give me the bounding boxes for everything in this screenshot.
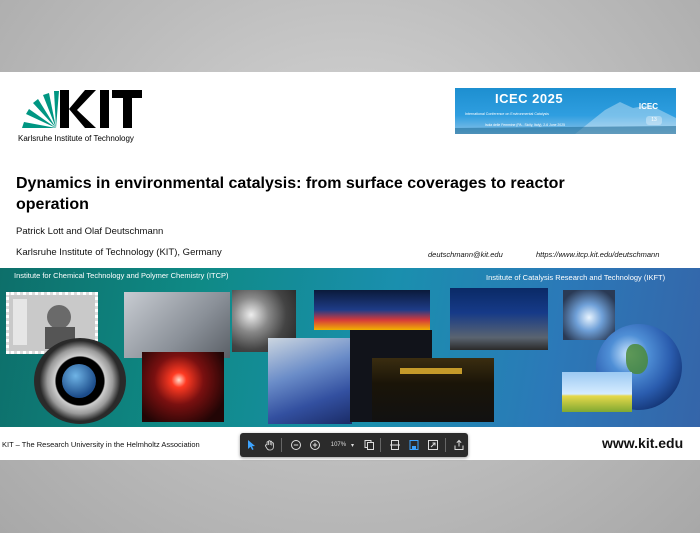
save-icon — [409, 440, 419, 450]
cursor-icon — [247, 440, 255, 450]
fullscreen-icon — [428, 440, 439, 450]
conference-subtitle: International Conference on Environmenta… — [465, 112, 549, 116]
zoom-out-icon — [291, 440, 302, 450]
share-upload-icon — [454, 439, 464, 450]
conference-number-badge: 13 — [646, 116, 662, 125]
image-collage-band: Institute for Chemical Technology and Po… — [0, 268, 700, 427]
slide-authors: Patrick Lott and Olaf Deutschmann — [16, 226, 164, 237]
select-cursor-button[interactable] — [242, 436, 259, 454]
share-button[interactable] — [451, 436, 468, 454]
toolbar-divider — [281, 438, 283, 452]
engine-test-photo — [563, 290, 615, 340]
zoom-level[interactable]: 107% — [328, 442, 349, 448]
itcp-label: Institute for Chemical Technology and Po… — [14, 271, 229, 280]
zoom-dropdown-caret-icon[interactable]: ▾ — [351, 442, 354, 449]
pdf-viewer-toolbar: 107% ▾ — [240, 433, 468, 457]
simulation-screenshot — [314, 290, 430, 330]
hand-pan-button[interactable] — [261, 436, 278, 454]
copy-icon — [364, 440, 374, 450]
ikft-label: Institute of Catalysis Research and Tech… — [486, 273, 666, 282]
fit-page-icon — [389, 440, 400, 450]
fit-width-button[interactable] — [386, 436, 403, 454]
copy-button[interactable] — [360, 436, 377, 454]
conference-title: ICEC 2025 — [495, 91, 564, 106]
footer-helmholtz-text: KIT – The Research University in the Hel… — [2, 440, 200, 449]
author-url: https://www.itcp.kit.edu/deutschmann — [536, 250, 660, 259]
conference-location: Isola delle Femmine (PA - Sicily, Italy)… — [485, 123, 565, 127]
fullscreen-button[interactable] — [425, 436, 442, 454]
kit-logo-subtitle: Karlsruhe Institute of Technology — [18, 134, 134, 143]
slide-title: Dynamics in environmental catalysis: fro… — [16, 175, 565, 213]
slide-affiliation: Karlsruhe Institute of Technology (KIT),… — [16, 247, 222, 258]
save-button[interactable] — [405, 436, 422, 454]
icec-conference-banner: ICEC 2025 International Conference on En… — [455, 88, 676, 134]
earth-ring-photo — [34, 338, 126, 424]
zoom-in-icon — [310, 440, 321, 450]
hand-icon — [264, 440, 274, 451]
conference-mark: ICEC — [638, 102, 658, 111]
author-email: deutschmann@kit.edu — [428, 250, 503, 259]
toolbar-divider — [380, 438, 382, 452]
toolbar-divider — [444, 438, 446, 452]
zoom-in-button[interactable] — [307, 436, 324, 454]
industrial-plant-photo — [450, 288, 548, 350]
mountain-silhouette — [455, 102, 676, 134]
presentation-slide: Karlsruhe Institute of Technology ICEC 2… — [0, 72, 700, 460]
reactor-laser-photo — [142, 352, 224, 422]
lab-equipment-photo — [124, 292, 230, 358]
footer-kit-url: www.kit.edu — [602, 435, 684, 451]
catalyst-particles-photo — [268, 338, 352, 424]
reaction-mechanism-photo — [372, 358, 494, 422]
zoom-out-button[interactable] — [287, 436, 304, 454]
wind-turbine-field-photo — [562, 372, 632, 412]
